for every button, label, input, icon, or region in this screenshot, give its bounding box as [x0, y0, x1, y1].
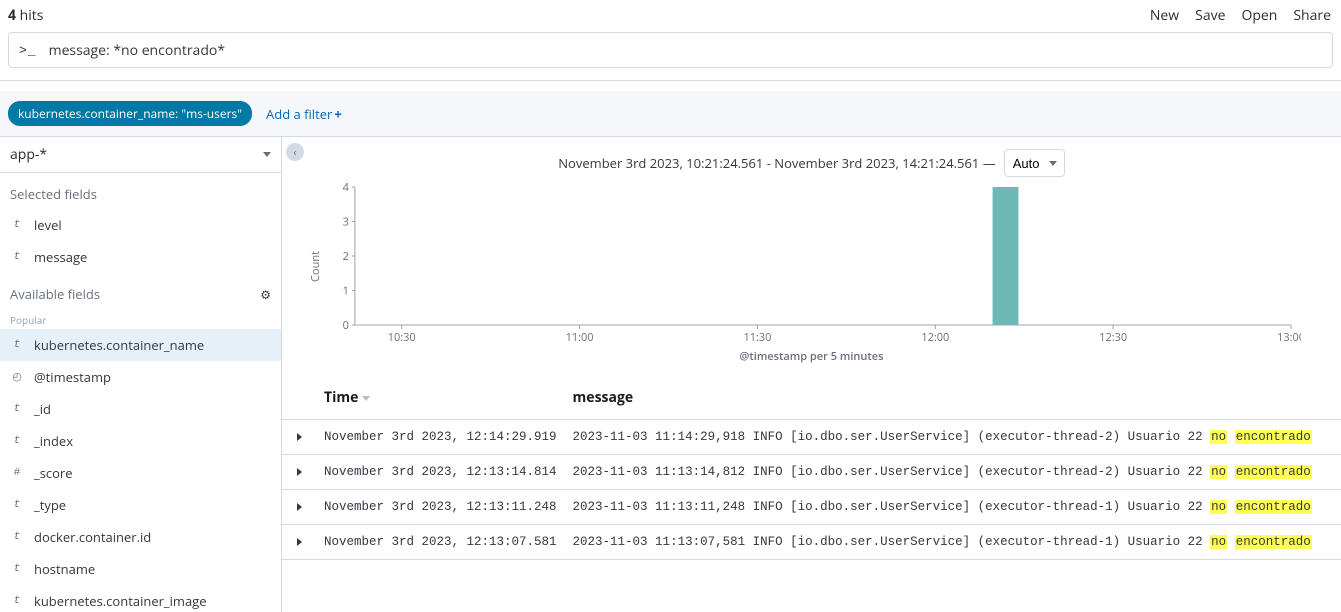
- table-row: November 3rd 2023, 12:13:07.5812023-11-0…: [282, 525, 1341, 560]
- console-icon: >_: [19, 43, 37, 58]
- field-name: message: [34, 248, 87, 266]
- column-header-message[interactable]: message: [565, 378, 1341, 420]
- query-text: message: *no encontrado*: [49, 41, 225, 60]
- svg-text:13:00: 13:00: [1277, 330, 1301, 345]
- open-link[interactable]: Open: [1241, 6, 1277, 25]
- filter-pill[interactable]: kubernetes.container_name: "ms-users": [8, 101, 252, 126]
- chevron-right-icon: [297, 503, 302, 511]
- new-link[interactable]: New: [1150, 6, 1179, 25]
- chart-x-axis-label: @timestamp per 5 minutes: [282, 349, 1341, 364]
- expand-row-button[interactable]: [282, 420, 316, 455]
- svg-text:12:30: 12:30: [1099, 330, 1127, 345]
- available-field[interactable]: # _score: [0, 457, 281, 489]
- text-type-icon: t: [10, 531, 24, 543]
- column-header-time[interactable]: Time: [316, 378, 565, 420]
- text-type-icon: t: [10, 403, 24, 415]
- field-name: @timestamp: [34, 368, 111, 386]
- cell-time: November 3rd 2023, 12:14:29.919: [316, 420, 565, 455]
- svg-text:4: 4: [343, 181, 350, 195]
- time-range-header: November 3rd 2023, 10:21:24.561 - Novemb…: [282, 137, 1341, 181]
- clock-icon: ◴: [10, 370, 24, 384]
- expand-row-button[interactable]: [282, 525, 316, 560]
- available-field[interactable]: t _index: [0, 425, 281, 457]
- histogram-chart[interactable]: 0 1 2 3 4 10:30 11:00 11:30 12:00 12:30 13:00: [325, 181, 1301, 351]
- cell-time: November 3rd 2023, 12:13:07.581: [316, 525, 565, 560]
- available-field[interactable]: t kubernetes.container_image: [0, 585, 281, 612]
- cell-time: November 3rd 2023, 12:13:11.248: [316, 490, 565, 525]
- field-name: hostname: [34, 560, 95, 578]
- field-name: level: [34, 216, 62, 234]
- chevron-right-icon: [297, 468, 302, 476]
- number-type-icon: #: [10, 467, 24, 479]
- index-pattern-select[interactable]: app-*: [0, 137, 281, 173]
- query-input[interactable]: >_ message: *no encontrado*: [8, 32, 1333, 68]
- text-type-icon: t: [10, 219, 24, 231]
- text-type-icon: t: [10, 251, 24, 263]
- cell-message: 2023-11-03 11:13:14,812 INFO [io.dbo.ser…: [565, 455, 1341, 490]
- share-link[interactable]: Share: [1293, 6, 1331, 25]
- sort-desc-icon: [362, 396, 370, 401]
- svg-text:10:30: 10:30: [388, 330, 416, 345]
- cell-message: 2023-11-03 11:13:11,248 INFO [io.dbo.ser…: [565, 490, 1341, 525]
- available-field[interactable]: t _type: [0, 489, 281, 521]
- table-row: November 3rd 2023, 12:14:29.9192023-11-0…: [282, 420, 1341, 455]
- available-field[interactable]: t hostname: [0, 553, 281, 585]
- available-field[interactable]: ◴ @timestamp: [0, 361, 281, 393]
- svg-text:2: 2: [343, 249, 349, 264]
- svg-text:1: 1: [343, 283, 349, 298]
- available-field[interactable]: t kubernetes.container_name: [0, 329, 281, 361]
- field-name: kubernetes.container_image: [34, 592, 207, 610]
- selected-fields-title: Selected fields: [0, 173, 281, 209]
- cell-message: 2023-11-03 11:13:07,581 INFO [io.dbo.ser…: [565, 525, 1341, 560]
- gear-icon[interactable]: ⚙: [260, 286, 271, 303]
- field-name: _index: [34, 432, 73, 450]
- interval-select[interactable]: Auto: [1004, 149, 1065, 177]
- cell-message: 2023-11-03 11:14:29,918 INFO [io.dbo.ser…: [565, 420, 1341, 455]
- save-link[interactable]: Save: [1195, 6, 1225, 25]
- text-type-icon: t: [10, 499, 24, 511]
- svg-text:11:30: 11:30: [743, 330, 771, 345]
- svg-text:3: 3: [343, 214, 349, 229]
- field-name: _score: [34, 464, 73, 482]
- chevron-down-icon: [263, 152, 271, 157]
- plus-icon: +: [334, 105, 341, 123]
- top-action-links: New Save Open Share: [1150, 6, 1331, 25]
- table-row: November 3rd 2023, 12:13:14.8142023-11-0…: [282, 455, 1341, 490]
- field-name: _type: [34, 496, 66, 514]
- text-type-icon: t: [10, 563, 24, 575]
- field-name: _id: [34, 400, 51, 418]
- chevron-right-icon: [297, 538, 302, 546]
- chevron-right-icon: [297, 433, 302, 441]
- field-name: kubernetes.container_name: [34, 336, 204, 354]
- filter-bar: kubernetes.container_name: "ms-users" Ad…: [0, 91, 1341, 137]
- text-type-icon: t: [10, 595, 24, 607]
- svg-text:12:00: 12:00: [921, 330, 949, 345]
- selected-field[interactable]: tlevel: [0, 209, 281, 241]
- expand-row-button[interactable]: [282, 490, 316, 525]
- table-row: November 3rd 2023, 12:13:11.2482023-11-0…: [282, 490, 1341, 525]
- field-name: docker.container.id: [34, 528, 151, 546]
- svg-text:0: 0: [343, 318, 349, 333]
- add-filter-button[interactable]: Add a filter+: [266, 105, 342, 123]
- available-fields-title: Available fields ⚙: [0, 273, 281, 309]
- selected-field[interactable]: t message: [0, 241, 281, 273]
- hit-count: 4 hits: [8, 6, 43, 25]
- chart-y-axis-label: Count: [306, 251, 325, 282]
- svg-text:11:00: 11:00: [566, 330, 594, 345]
- available-field[interactable]: t docker.container.id: [0, 521, 281, 553]
- expand-row-button[interactable]: [282, 455, 316, 490]
- available-field[interactable]: t _id: [0, 393, 281, 425]
- results-table: Time message November 3rd 2023, 12:14:29…: [282, 378, 1341, 560]
- popular-label: Popular: [0, 309, 281, 329]
- collapse-sidebar-button[interactable]: ‹: [286, 143, 304, 161]
- text-type-icon: t: [10, 339, 24, 351]
- text-type-icon: t: [10, 435, 24, 447]
- sidebar: app-* Selected fields tleveltmessage Ava…: [0, 137, 282, 612]
- cell-time: November 3rd 2023, 12:13:14.814: [316, 455, 565, 490]
